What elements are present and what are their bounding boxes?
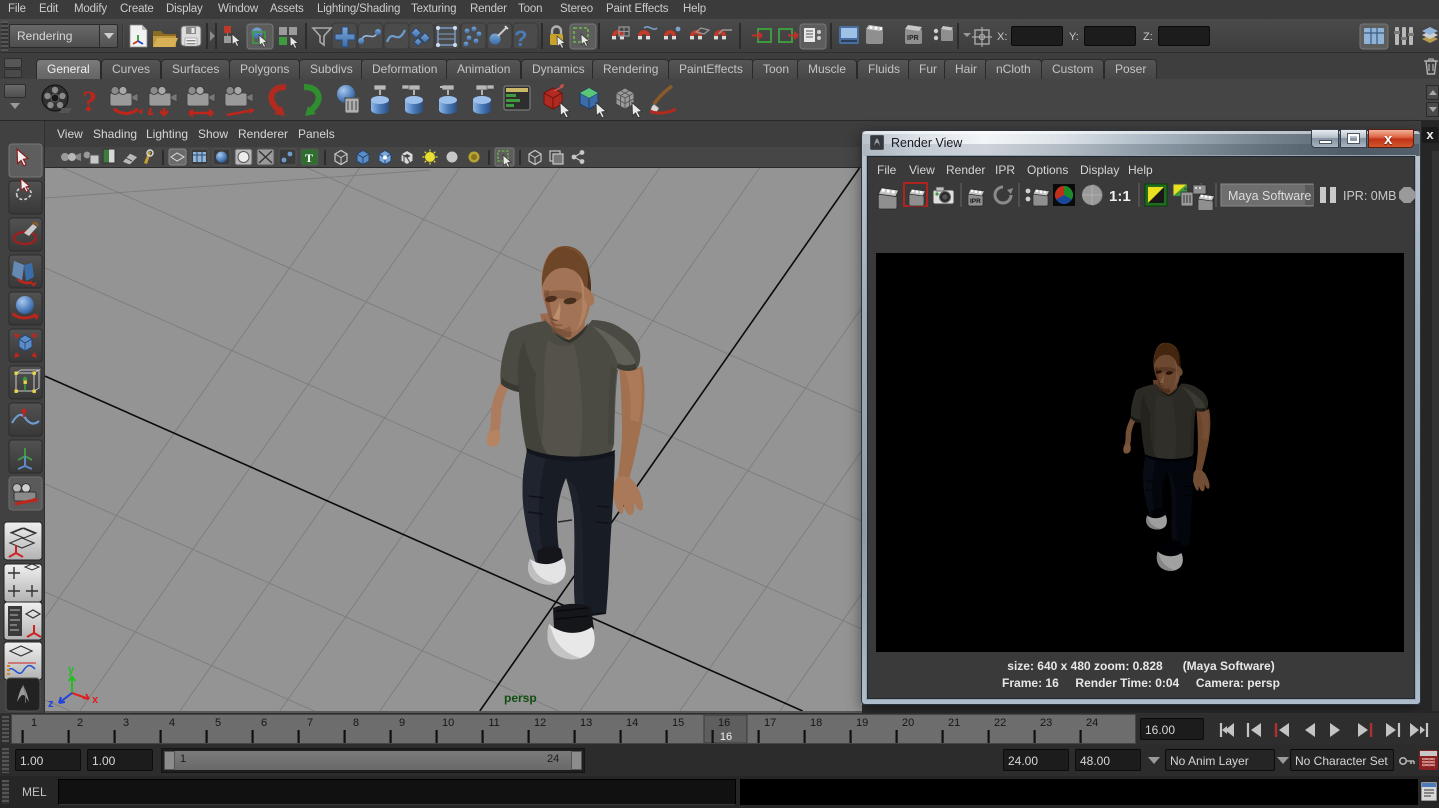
svg-text:19: 19 [856, 717, 868, 729]
svg-text:y: y [68, 664, 75, 676]
svg-text:Y:: Y: [1069, 31, 1079, 43]
svg-text:9: 9 [399, 717, 405, 729]
svg-text:?: ? [514, 26, 527, 51]
svg-text:17: 17 [764, 717, 776, 729]
svg-text:persp: persp [504, 691, 537, 705]
svg-text:1: 1 [31, 717, 37, 729]
svg-text:z: z [48, 698, 54, 710]
svg-text:21: 21 [948, 717, 960, 729]
svg-text:22: 22 [994, 717, 1006, 729]
svg-text:7: 7 [307, 717, 313, 729]
svg-text:24: 24 [1086, 717, 1098, 729]
svg-text:20: 20 [902, 717, 914, 729]
svg-text:16: 16 [720, 731, 732, 743]
svg-text:12: 12 [534, 717, 546, 729]
svg-text:4: 4 [169, 717, 175, 729]
svg-text:14: 14 [626, 717, 638, 729]
svg-text:5: 5 [215, 717, 221, 729]
svg-text:IPR: 0MB: IPR: 0MB [1343, 189, 1397, 203]
svg-text:18: 18 [810, 717, 822, 729]
svg-text:1:1: 1:1 [1109, 188, 1131, 205]
svg-text:IPR: IPR [907, 35, 919, 42]
svg-text:15: 15 [672, 717, 684, 729]
svg-text:10: 10 [442, 717, 454, 729]
svg-text:8: 8 [353, 717, 359, 729]
svg-text:13: 13 [580, 717, 592, 729]
svg-text:16: 16 [718, 717, 730, 729]
svg-text:x: x [92, 694, 99, 706]
svg-text:Maya Software: Maya Software [1228, 189, 1311, 203]
svg-text:IPR: IPR [970, 198, 981, 205]
svg-text:Z:: Z: [1143, 31, 1153, 43]
svg-text:11: 11 [488, 717, 499, 729]
svg-text:X:: X: [997, 31, 1007, 43]
svg-text:T: T [305, 151, 313, 165]
svg-text:3: 3 [123, 717, 129, 729]
svg-text:23: 23 [1040, 717, 1052, 729]
svg-text:2: 2 [77, 717, 83, 729]
svg-text:6: 6 [261, 717, 267, 729]
svg-text:?: ? [82, 85, 97, 118]
